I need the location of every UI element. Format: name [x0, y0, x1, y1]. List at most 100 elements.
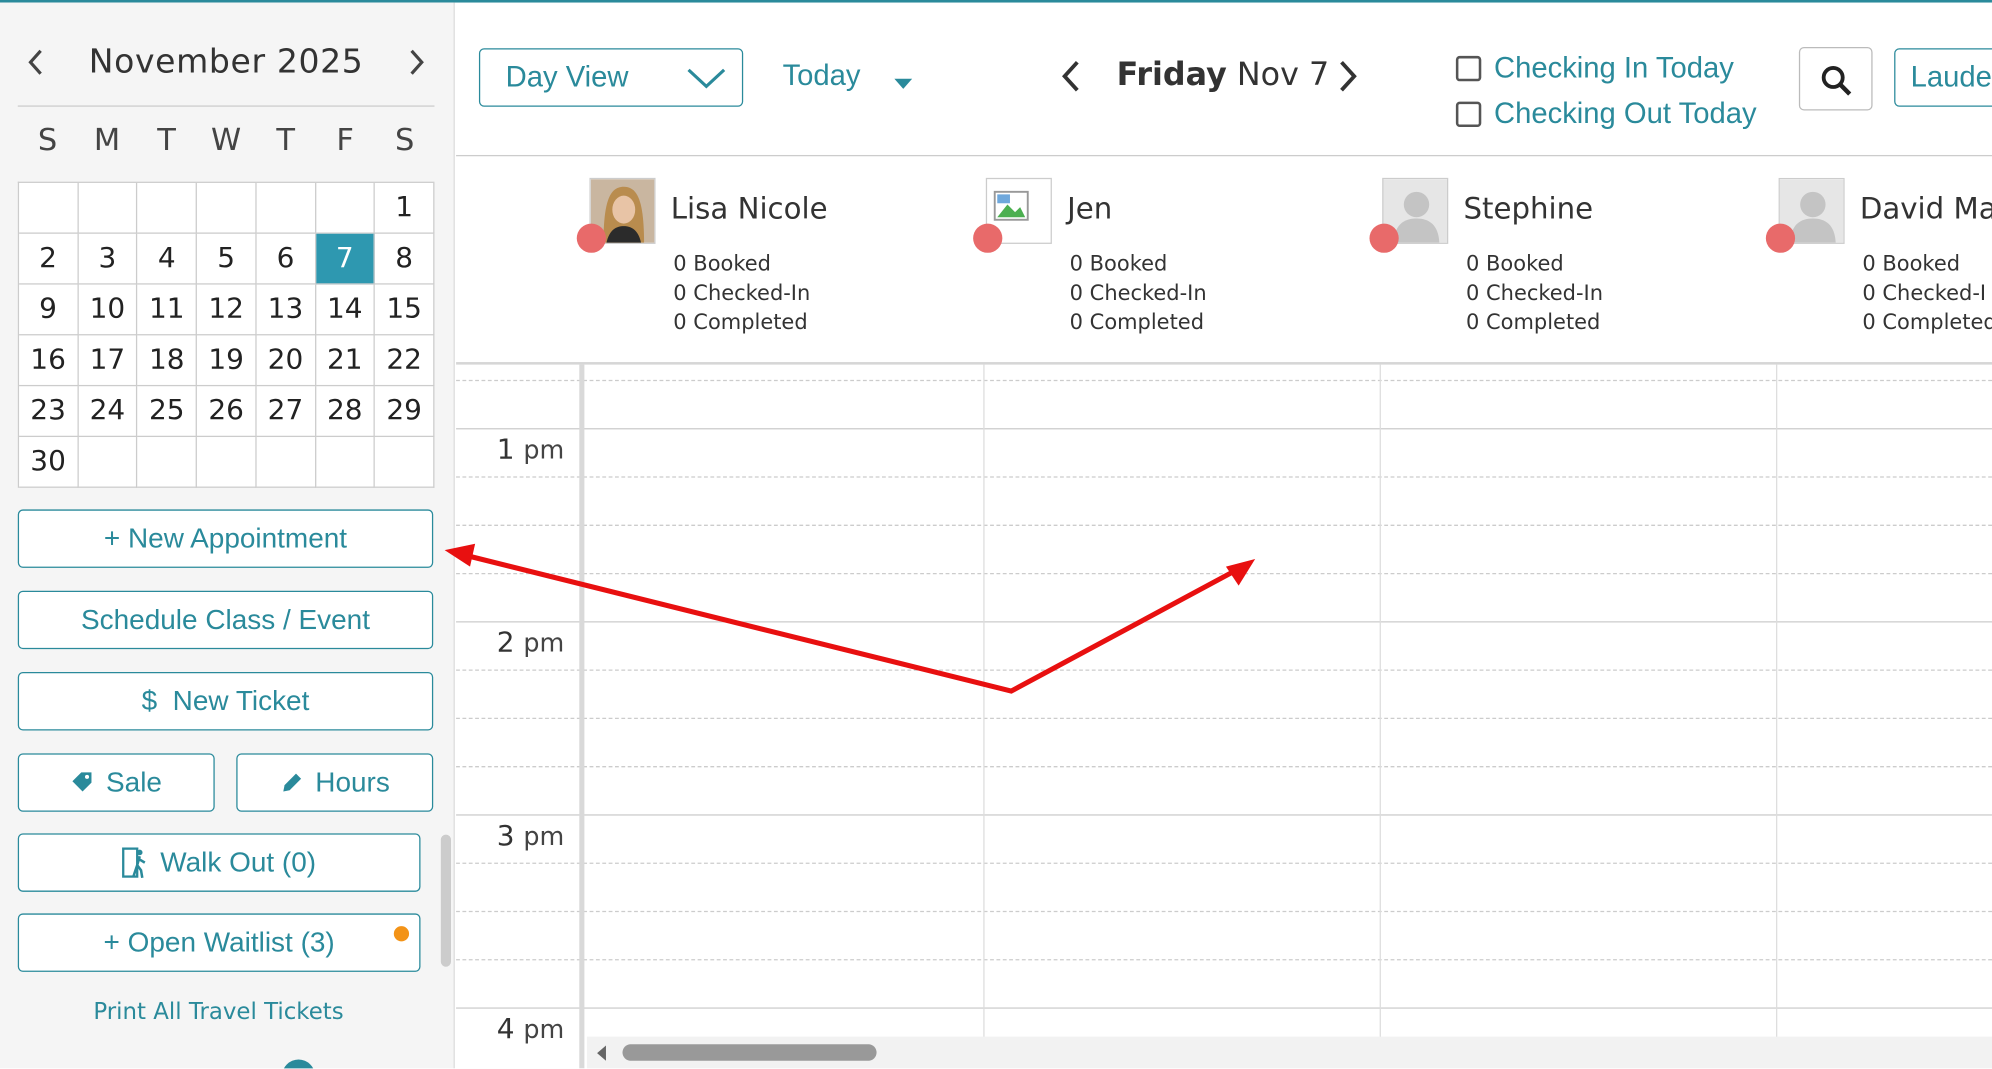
next-month-chevron-icon[interactable] — [401, 48, 431, 78]
calendar-empty-cell — [375, 437, 435, 488]
search-button[interactable] — [1798, 47, 1873, 111]
calendar-day[interactable]: 18 — [137, 335, 198, 387]
help-circle-icon[interactable] — [282, 1059, 316, 1069]
status-dot — [1765, 223, 1796, 253]
calendar-day[interactable]: 25 — [137, 386, 198, 438]
calendar-day[interactable]: 28 — [315, 386, 376, 438]
prev-day-chevron-icon[interactable] — [1060, 58, 1083, 99]
hour-gridline — [456, 1007, 1992, 1009]
calendar-day[interactable]: 20 — [256, 335, 316, 387]
print-travel-tickets-link[interactable]: Print All Travel Tickets — [18, 999, 419, 1026]
open-waitlist-button[interactable]: + Open Waitlist (3) — [17, 913, 421, 972]
scrollbar-thumb[interactable] — [622, 1044, 877, 1061]
header-divider — [456, 154, 1992, 157]
booked-count: 0 Booked — [1862, 251, 1961, 276]
mini-calendar-header: November 2025 — [17, 36, 435, 107]
calendar-day[interactable]: 6 — [256, 233, 316, 285]
quarter-hour-gridline — [456, 717, 1992, 720]
staff-column-header[interactable]: David Mar 0 Booked 0 Checked-I 0 Complet… — [1778, 177, 1992, 356]
quarter-hour-gridline — [456, 524, 1992, 526]
calendar-day[interactable]: 27 — [256, 386, 316, 438]
booked-count: 0 Booked — [673, 251, 771, 276]
pencil-icon — [283, 773, 302, 792]
calendar-day[interactable]: 1 — [375, 182, 435, 234]
calendar-day[interactable]: 29 — [375, 386, 435, 438]
location-select[interactable]: Laude — [1894, 48, 1992, 107]
calendar-day[interactable]: 19 — [197, 335, 257, 387]
today-caret-icon[interactable] — [894, 78, 913, 89]
calendar-day[interactable]: 8 — [375, 233, 435, 285]
horizontal-scrollbar[interactable] — [586, 1036, 1992, 1069]
search-icon — [1821, 66, 1852, 96]
booked-count: 0 Booked — [1069, 251, 1168, 276]
weekday-label: F — [336, 121, 354, 158]
staff-column-header[interactable]: Stephine 0 Booked 0 Checked-In 0 Complet… — [1369, 177, 1763, 356]
new-appointment-button[interactable]: + New Appointment — [17, 509, 434, 568]
calendar-day[interactable]: 4 — [137, 233, 198, 285]
column-divider — [1379, 364, 1381, 1038]
walk-out-button[interactable]: Walk Out (0) — [17, 833, 421, 892]
today-button[interactable]: Today — [783, 58, 861, 92]
staff-name: Lisa Nicole — [670, 193, 828, 227]
open-waitlist-label: + Open Waitlist (3) — [103, 926, 335, 958]
checking-out-today-toggle[interactable]: Checking Out Today — [1455, 96, 1757, 131]
walk-out-label: Walk Out (0) — [160, 846, 317, 878]
schedule-class-button[interactable]: Schedule Class / Event — [17, 590, 434, 650]
calendar-day[interactable]: 26 — [197, 386, 257, 438]
calendar-empty-cell — [256, 182, 316, 234]
checking-out-checkbox[interactable] — [1455, 100, 1482, 127]
current-day-name: Friday — [1116, 55, 1227, 93]
calendar-day[interactable]: 17 — [78, 335, 138, 387]
mini-calendar-grid: 1 2 3 4 5 6 7 8 9 10 11 12 13 14 15 16 17 18 19 20 21 22 23 24 2… — [17, 181, 435, 488]
calendar-day[interactable]: 15 — [375, 284, 435, 336]
new-appointment-label: + New Appointment — [103, 522, 348, 554]
calendar-day[interactable]: 2 — [19, 233, 79, 285]
calendar-day[interactable]: 9 — [19, 284, 79, 336]
hour-gridline — [456, 814, 1992, 816]
scroll-left-arrow-icon[interactable] — [597, 1045, 606, 1061]
calendar-day[interactable]: 5 — [197, 233, 257, 285]
calendar-day[interactable]: 12 — [197, 284, 257, 336]
checked-in-count: 0 Checked-I — [1862, 280, 1987, 305]
checking-in-today-toggle[interactable]: Checking In Today — [1455, 51, 1734, 85]
calendar-day[interactable]: 16 — [19, 335, 79, 387]
time-ampm: pm — [523, 434, 565, 465]
calendar-day[interactable]: 14 — [315, 284, 376, 336]
checking-out-label: Checking Out Today — [1493, 96, 1757, 130]
time-hour: 1 — [496, 434, 515, 467]
checking-in-checkbox[interactable] — [1455, 55, 1482, 81]
view-select[interactable]: Day View — [478, 48, 744, 107]
calendar-day[interactable]: 10 — [78, 284, 138, 336]
calendar-day[interactable]: 22 — [375, 335, 435, 387]
calendar-day[interactable]: 21 — [315, 335, 376, 387]
next-day-chevron-icon[interactable] — [1336, 58, 1359, 99]
calendar-day[interactable]: 30 — [19, 437, 79, 488]
hour-gridline — [456, 428, 1992, 430]
calendar-day[interactable]: 11 — [137, 284, 198, 336]
hours-button[interactable]: Hours — [236, 753, 434, 812]
checked-in-count: 0 Checked-In — [1069, 280, 1207, 305]
status-dot — [576, 223, 606, 253]
weekday-label: M — [93, 121, 121, 158]
quarter-hour-gridline — [456, 379, 1992, 382]
calendar-day[interactable]: 23 — [19, 386, 79, 438]
calendar-empty-cell — [315, 437, 376, 488]
view-select-value: Day View — [505, 59, 629, 93]
sidebar: November 2025 S M T W T F S 1 2 3 4 5 6 7 8 9 10 1… — [0, 2, 455, 1069]
calendar-day[interactable]: 3 — [78, 233, 138, 285]
new-ticket-button[interactable]: $ New Ticket — [17, 672, 434, 731]
calendar-day[interactable]: 13 — [256, 284, 316, 336]
completed-count: 0 Completed — [673, 309, 808, 335]
calendar-day[interactable]: 7 — [315, 233, 376, 285]
time-ampm: pm — [523, 627, 565, 659]
staff-name: Jen — [1067, 193, 1113, 227]
quarter-hour-gridline — [456, 766, 1992, 768]
sidebar-scrollbar[interactable] — [440, 834, 451, 967]
staff-column-header[interactable]: Jen 0 Booked 0 Checked-In 0 Completed — [973, 177, 1367, 356]
calendar-day[interactable]: 24 — [78, 386, 138, 438]
weekday-label: S — [37, 121, 58, 158]
staff-column-header[interactable]: Lisa Nicole 0 Booked 0 Checked-In 0 Comp… — [576, 177, 970, 356]
staff-name: David Mar — [1859, 193, 1992, 227]
weekday-header: S M T W T F S — [18, 122, 435, 158]
sale-button[interactable]: Sale — [17, 753, 215, 812]
